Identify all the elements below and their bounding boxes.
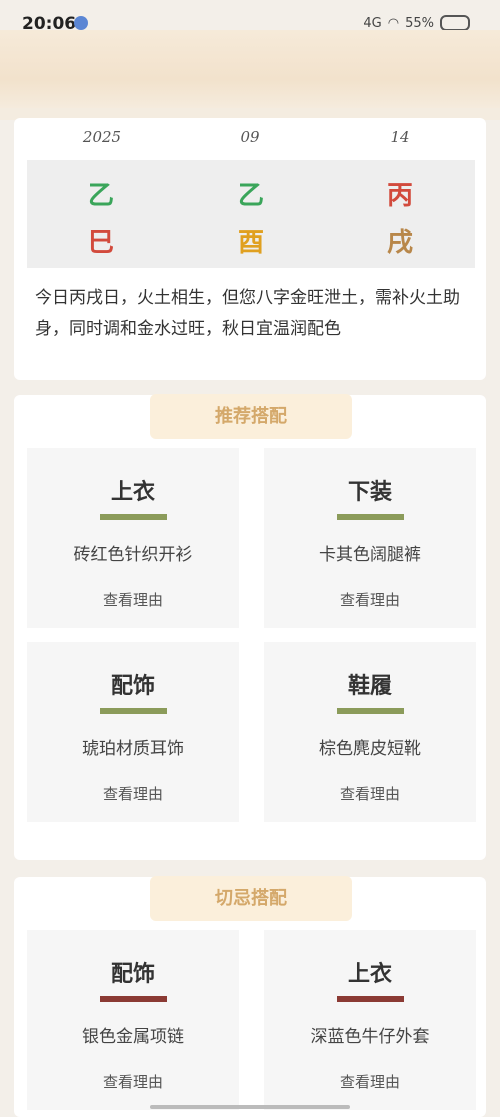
pillar-branch-year: 巳 xyxy=(87,228,114,258)
item-recommendation: 琥珀材质耳饰 xyxy=(82,739,184,759)
item-accent-bar xyxy=(337,514,404,520)
item-accent-bar xyxy=(100,708,167,714)
pillar-stem-day: 丙 xyxy=(386,181,413,211)
recommend-item-bottom[interactable]: 下装 卡其色阔腿裤 查看理由 xyxy=(264,448,476,628)
date-year: 2025 xyxy=(82,128,122,146)
wifi-icon: ◠ xyxy=(387,15,400,31)
day-description: 今日丙戌日，火土相生，但您八字金旺泄土，需补火土助身，同时调和金水过旺，秋日宜温… xyxy=(35,288,460,339)
item-category: 鞋履 xyxy=(347,673,392,699)
recommend-item-shoes[interactable]: 鞋履 棕色麂皮短靴 查看理由 xyxy=(264,642,476,822)
view-reason-link[interactable]: 查看理由 xyxy=(264,589,476,610)
item-recommendation: 棕色麂皮短靴 xyxy=(319,739,421,759)
view-reason-link[interactable]: 查看理由 xyxy=(264,1071,476,1092)
item-accent-bar xyxy=(100,996,167,1002)
item-category: 配饰 xyxy=(110,673,155,699)
item-recommendation: 银色金属项链 xyxy=(82,1027,184,1047)
item-accent-bar xyxy=(337,996,404,1002)
pillar-stem-year: 乙 xyxy=(87,181,114,211)
recommend-item-accessory[interactable]: 配饰 琥珀材质耳饰 查看理由 xyxy=(27,642,239,822)
date-row: 2025 09 14 xyxy=(0,128,500,148)
pillar-grid: 乙 巳 乙 酉 丙 戌 xyxy=(27,160,475,268)
status-indicators: 4G ◠ 55% xyxy=(363,15,470,31)
app-notification-icon xyxy=(74,16,88,30)
header-banner-decoration xyxy=(0,30,500,120)
view-reason-link[interactable]: 查看理由 xyxy=(27,589,239,610)
date-day: 14 xyxy=(390,128,410,146)
pillar-stem-month: 乙 xyxy=(237,181,264,211)
network-label: 4G xyxy=(363,15,382,31)
date-month: 09 xyxy=(240,128,260,146)
item-category: 上衣 xyxy=(110,479,155,505)
item-recommendation: 砖红色针织开衫 xyxy=(73,545,193,565)
avoid-item-top[interactable]: 上衣 深蓝色牛仔外套 查看理由 xyxy=(264,930,476,1110)
item-accent-bar xyxy=(337,708,404,714)
item-category: 下装 xyxy=(347,479,392,505)
avoid-title: 切忌搭配 xyxy=(150,876,352,921)
view-reason-link[interactable]: 查看理由 xyxy=(27,783,239,804)
view-reason-link[interactable]: 查看理由 xyxy=(27,1071,239,1092)
item-accent-bar xyxy=(100,514,167,520)
battery-label: 55% xyxy=(405,15,434,31)
item-category: 配饰 xyxy=(110,961,155,987)
recommend-title: 推荐搭配 xyxy=(150,394,352,439)
battery-icon xyxy=(440,15,470,31)
item-category: 上衣 xyxy=(347,961,392,987)
recommend-item-top[interactable]: 上衣 砖红色针织开衫 查看理由 xyxy=(27,448,239,628)
pillar-branch-month: 酉 xyxy=(237,228,264,258)
home-indicator[interactable] xyxy=(150,1105,350,1109)
item-recommendation: 深蓝色牛仔外套 xyxy=(310,1027,430,1047)
item-recommendation: 卡其色阔腿裤 xyxy=(319,545,421,565)
avoid-item-accessory[interactable]: 配饰 银色金属项链 查看理由 xyxy=(27,930,239,1110)
pillar-branch-day: 戌 xyxy=(386,228,413,258)
view-reason-link[interactable]: 查看理由 xyxy=(264,783,476,804)
